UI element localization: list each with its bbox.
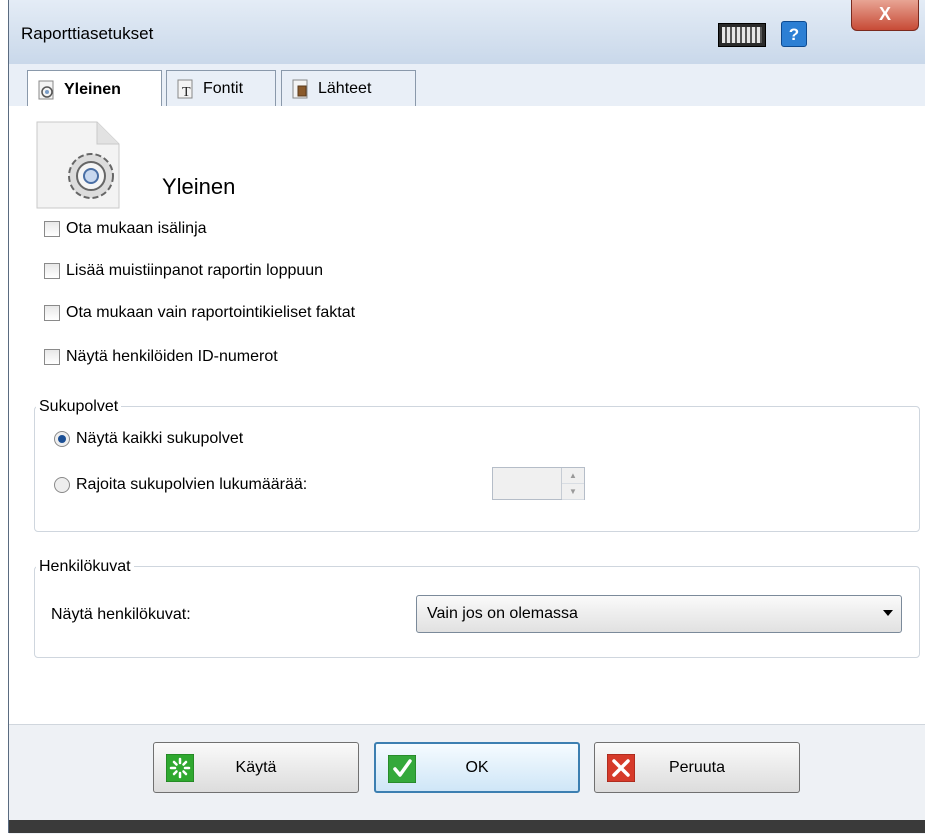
checkbox-box[interactable] <box>44 221 60 237</box>
title-bar[interactable]: Raporttiasetukset ? X <box>9 0 925 64</box>
checkbox-label: Ota mukaan vain raportointikieliset fakt… <box>66 304 356 321</box>
radio-button[interactable] <box>54 477 70 493</box>
checkbox-box[interactable] <box>44 305 60 321</box>
tab-fontit[interactable]: T Fontit <box>166 70 276 106</box>
select-value: Vain jos on olemassa <box>427 605 578 622</box>
tab-label: Fontit <box>203 79 244 97</box>
keyboard-icon[interactable] <box>718 23 766 47</box>
generations-group <box>34 406 920 532</box>
checkbox-include-father-line[interactable]: Ota mukaan isälinja <box>44 220 207 238</box>
button-bar: Käytä OK Peruuta <box>9 724 925 834</box>
stepper-up-icon[interactable]: ▲ <box>562 468 584 484</box>
photos-title: Henkilökuvat <box>36 558 134 576</box>
checkbox-add-notes[interactable]: Lisää muistiinpanot raportin loppuun <box>44 262 323 280</box>
checkbox-show-ids[interactable]: Näytä henkilöiden ID-numerot <box>44 348 278 366</box>
tab-yleinen[interactable]: Yleinen <box>27 70 162 108</box>
radio-button[interactable] <box>54 431 70 447</box>
generations-title: Sukupolvet <box>36 398 122 416</box>
tab-label: Lähteet <box>318 79 372 97</box>
checkbox-box[interactable] <box>44 349 60 365</box>
photos-select[interactable]: Vain jos on olemassa <box>416 595 902 633</box>
help-button[interactable]: ? <box>781 21 807 47</box>
window-bottom-border <box>9 820 925 833</box>
settings-document-icon <box>36 121 120 209</box>
dialog-window: Raporttiasetukset ? X Yleinen T Fontit L… <box>8 0 925 834</box>
apply-button[interactable]: Käytä <box>153 742 359 793</box>
tab-label: Yleinen <box>64 80 121 98</box>
tab-lahteet[interactable]: Lähteet <box>281 70 416 106</box>
chevron-down-icon[interactable] <box>883 610 893 616</box>
svg-text:T: T <box>182 85 191 100</box>
apply-icon <box>166 754 194 782</box>
checkbox-label: Näytä henkilöiden ID-numerot <box>66 348 278 365</box>
checkbox-box[interactable] <box>44 263 60 279</box>
gear-document-icon <box>38 80 54 99</box>
window-title: Raporttiasetukset <box>21 24 154 43</box>
sources-icon <box>292 79 308 98</box>
stepper-down-icon[interactable]: ▼ <box>562 484 584 500</box>
tab-strip: Yleinen T Fontit Lähteet <box>9 64 925 108</box>
checkmark-icon <box>388 755 416 783</box>
radio-limit-generations[interactable]: Rajoita sukupolvien lukumäärää: <box>54 476 307 494</box>
general-panel: Yleinen Ota mukaan isälinja Lisää muisti… <box>9 106 925 724</box>
radio-label: Rajoita sukupolvien lukumäärää: <box>76 476 308 493</box>
checkbox-label: Ota mukaan isälinja <box>66 220 207 237</box>
radio-show-all-generations[interactable]: Näytä kaikki sukupolvet <box>54 430 243 448</box>
ok-button[interactable]: OK <box>374 742 580 793</box>
close-button[interactable]: X <box>851 0 919 31</box>
cancel-button[interactable]: Peruuta <box>594 742 800 793</box>
page-title: Yleinen <box>162 174 236 199</box>
checkbox-language-facts[interactable]: Ota mukaan vain raportointikieliset fakt… <box>44 304 355 322</box>
checkbox-label: Lisää muistiinpanot raportin loppuun <box>66 262 324 279</box>
radio-label: Näytä kaikki sukupolvet <box>76 430 244 447</box>
cancel-icon <box>607 754 635 782</box>
generations-stepper[interactable]: ▲ ▼ <box>492 467 585 500</box>
font-icon: T <box>177 79 193 100</box>
photos-label: Näytä henkilökuvat: <box>51 606 191 623</box>
